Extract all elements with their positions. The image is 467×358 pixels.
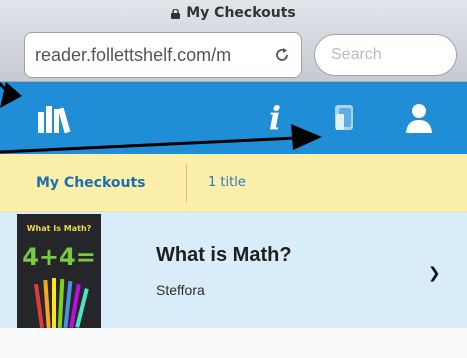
checkouts-header: My Checkouts 1 title bbox=[0, 154, 467, 212]
user-icon bbox=[406, 104, 432, 133]
book-cover-art: What Is Math? 4+4= bbox=[17, 214, 101, 328]
checkouts-icon bbox=[335, 105, 353, 130]
address-bar[interactable]: reader.follettshelf.com/m bbox=[24, 32, 302, 78]
lock-icon bbox=[171, 9, 181, 19]
reload-icon[interactable] bbox=[273, 46, 291, 64]
browser-chrome: My Checkouts reader.follettshelf.com/m S… bbox=[0, 0, 467, 82]
book-cover[interactable]: What Is Math? 4+4= bbox=[17, 214, 101, 328]
page-title-text: My Checkouts bbox=[186, 5, 296, 21]
info-button[interactable]: i bbox=[262, 99, 288, 137]
book-title[interactable]: What is Math? bbox=[156, 244, 292, 267]
search-input[interactable]: Search bbox=[314, 34, 457, 76]
bookshelf-icon bbox=[38, 106, 71, 133]
url-text: reader.follettshelf.com/m bbox=[35, 44, 232, 65]
book-author: Steffora bbox=[156, 282, 205, 298]
cover-equation-text: 4+4= bbox=[22, 243, 96, 271]
checkouts-button[interactable] bbox=[330, 100, 360, 136]
chevron-right-icon[interactable]: ❯ bbox=[428, 264, 441, 282]
account-button[interactable] bbox=[402, 100, 436, 136]
cover-title-text: What Is Math? bbox=[27, 224, 92, 233]
info-icon: i bbox=[268, 99, 282, 137]
list-item[interactable]: What Is Math? 4+4= What is Math? Steffor… bbox=[0, 212, 467, 328]
bookshelf-button[interactable] bbox=[36, 100, 76, 136]
tab-my-checkouts[interactable]: My Checkouts bbox=[36, 154, 146, 212]
search-placeholder: Search bbox=[331, 46, 382, 63]
browser-page-title: My Checkouts bbox=[0, 0, 467, 26]
app-toolbar: i bbox=[0, 82, 467, 154]
header-divider bbox=[186, 164, 187, 202]
empty-list-area bbox=[0, 328, 467, 358]
title-count: 1 title bbox=[208, 175, 246, 190]
